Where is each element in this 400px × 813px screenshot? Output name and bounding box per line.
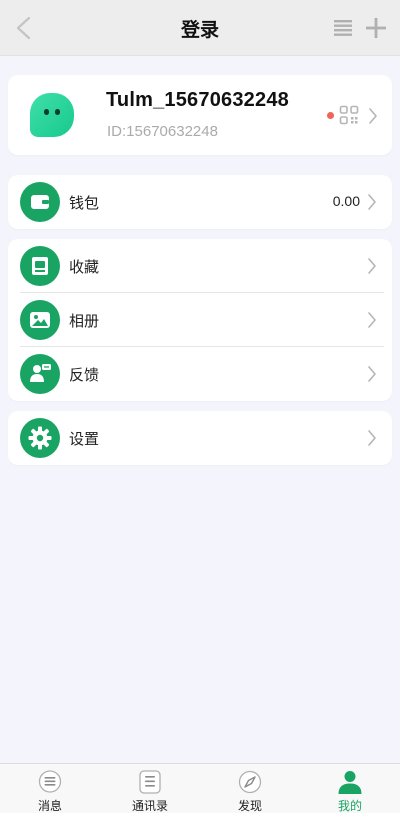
wallet-balance: 0.00	[332, 193, 360, 209]
tab-label: 我的	[337, 799, 362, 813]
menu-label-favorites: 收藏	[69, 258, 100, 276]
tab-label: 通讯录	[131, 799, 168, 813]
profile-card[interactable]: Tulm_15670632248 ID:15670632248	[8, 75, 392, 155]
message-icon	[38, 770, 62, 793]
chevron-right-icon	[368, 312, 376, 328]
avatar-eye-right	[55, 109, 60, 115]
gear-icon-badge	[20, 418, 60, 458]
compass-icon	[238, 770, 262, 794]
list-icon	[334, 20, 352, 36]
image-icon-badge	[20, 300, 60, 340]
chevron-right-icon	[368, 258, 376, 274]
avatar-eye-left	[44, 109, 49, 115]
menu-label-album: 相册	[69, 312, 100, 330]
menu-item-feedback[interactable]: 反馈	[8, 347, 392, 401]
status-dot	[327, 112, 334, 119]
settings-card: 设置	[8, 411, 392, 465]
list-button[interactable]	[333, 18, 353, 38]
bottom-tab-bar: 消息 通讯录 发现 我的	[0, 763, 400, 813]
tab-label: 发现	[237, 799, 262, 813]
menu-item-album[interactable]: 相册	[8, 293, 392, 347]
wallet-icon	[31, 195, 49, 209]
wallet-card: 钱包 0.00	[8, 175, 392, 229]
menu-item-favorites[interactable]: 收藏	[8, 239, 392, 293]
menu-item-settings[interactable]: 设置	[8, 411, 392, 465]
person-icon	[338, 771, 362, 794]
chevron-right-icon	[368, 430, 376, 446]
tab-label: 消息	[37, 799, 62, 813]
tab-messages[interactable]: 消息	[0, 764, 100, 813]
chevron-right-icon	[369, 108, 377, 124]
tab-me[interactable]: 我的	[300, 764, 400, 813]
plus-icon	[366, 18, 386, 38]
menu-label-feedback: 反馈	[69, 366, 100, 384]
tab-discover[interactable]: 发现	[200, 764, 300, 813]
chat-bubble-avatar-icon	[30, 93, 74, 137]
chevron-right-icon	[368, 194, 376, 210]
add-button[interactable]	[364, 16, 388, 40]
feedback-icon	[30, 364, 51, 382]
avatar[interactable]	[18, 81, 86, 149]
menu-label-settings: 设置	[69, 430, 100, 448]
tab-contacts[interactable]: 通讯录	[100, 764, 200, 813]
username: Tulm_15670632248	[106, 89, 289, 111]
top-bar: 登录	[0, 0, 400, 56]
wallet-icon-badge	[20, 182, 60, 222]
gear-icon	[28, 426, 52, 450]
feedback-icon-badge	[20, 354, 60, 394]
book-icon	[32, 257, 48, 275]
user-id: ID:15670632248	[107, 123, 218, 140]
media-card: 收藏 相册 反馈	[8, 239, 392, 401]
chevron-right-icon	[368, 366, 376, 382]
qr-code-icon[interactable]	[339, 105, 359, 125]
menu-item-wallet[interactable]: 钱包 0.00	[8, 175, 392, 229]
menu-label-wallet: 钱包	[69, 194, 100, 212]
contacts-icon	[139, 770, 161, 794]
book-icon-badge	[20, 246, 60, 286]
image-icon	[30, 312, 50, 328]
